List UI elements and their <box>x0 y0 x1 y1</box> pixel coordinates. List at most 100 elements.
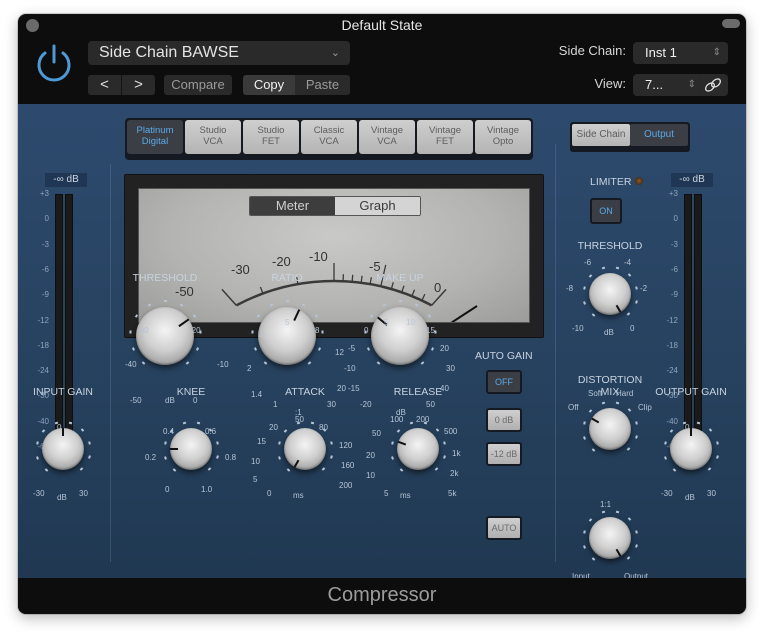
auto-gain-0db-button[interactable]: 0 dB <box>486 408 522 432</box>
knob-tick-label: 5k <box>448 489 457 498</box>
attack-label: ATTACK <box>285 386 325 398</box>
meter-tick <box>421 293 426 301</box>
knob-tick-label: 5 <box>384 318 389 327</box>
circuit-type-button[interactable]: Studio VCA <box>185 120 241 154</box>
knob-tick-label: 15 <box>257 437 266 446</box>
auto-gain-minus12-button[interactable]: -12 dB <box>486 442 522 466</box>
output-gain-knob[interactable] <box>670 428 712 470</box>
attack-knob[interactable] <box>284 428 326 470</box>
copy-button[interactable]: Copy <box>243 75 295 95</box>
knob-tick-mark <box>399 467 403 472</box>
mix-knob[interactable] <box>589 517 631 559</box>
knob-tick-mark <box>634 435 638 440</box>
meter-scale-label: -3 <box>41 239 49 249</box>
distortion-knob[interactable] <box>589 408 631 450</box>
knob-tick-label: 1.0 <box>201 485 213 494</box>
knob-tick-mark <box>321 467 325 472</box>
auto-gain-label: AUTO GAIN <box>475 350 533 362</box>
knob-tick-mark <box>186 361 190 365</box>
power-icon[interactable] <box>34 43 74 85</box>
input-level-readout: -∞ dB <box>45 173 87 187</box>
side-chain-meter-button[interactable]: Side Chain <box>572 124 630 146</box>
knob-tick-label: -8 <box>566 284 574 293</box>
circuit-type-line2: FET <box>262 135 280 147</box>
knob-tick-mark <box>442 455 446 460</box>
knob-tick-mark <box>601 266 605 270</box>
knob-tick-mark <box>634 544 638 549</box>
circuit-type-button[interactable]: Vintage FET <box>417 120 473 154</box>
knob-tick-mark <box>196 347 200 351</box>
toolbar-toggle-button[interactable] <box>722 19 740 28</box>
circuit-type-button[interactable]: Vintage VCA <box>359 120 415 154</box>
preset-nav: < > <box>88 75 155 95</box>
knob-tick-label: 200 <box>416 415 430 424</box>
circuit-type-line1: Classic <box>313 125 345 136</box>
link-button[interactable] <box>698 74 728 96</box>
auto-release-button[interactable]: AUTO <box>486 516 522 540</box>
auto-gain-off-button[interactable]: OFF <box>486 370 522 394</box>
side-chain-value: Inst 1 <box>645 45 677 60</box>
knob-tick-mark <box>172 467 176 472</box>
knob-tick-label: -30 <box>33 489 45 498</box>
knob-tick-label: -20 <box>189 326 201 335</box>
previous-preset-button[interactable]: < <box>88 75 121 95</box>
circuit-type-button[interactable]: Vintage Opto <box>475 120 531 154</box>
threshold-knob[interactable] <box>136 307 194 365</box>
gain-reduction-meter: Meter Graph -50 -30 -20 -10 -5 0 <box>124 174 544 338</box>
knob-indicator <box>615 304 622 313</box>
knob-tick-mark <box>436 428 440 433</box>
limiter-on-button[interactable]: ON <box>590 198 622 224</box>
knob-unit-label: dB <box>57 493 67 502</box>
knob-tick-mark <box>664 456 668 460</box>
knob-tick-mark <box>628 273 632 278</box>
knob-indicator <box>178 318 190 327</box>
threshold-label: THRESHOLD <box>132 272 198 284</box>
knob-tick-mark <box>628 408 632 413</box>
knob-tick-mark <box>409 421 413 425</box>
circuit-type-button[interactable]: Platinum Digital <box>127 120 183 154</box>
knob-tick-mark <box>583 301 587 305</box>
meter-scale-label: -9 <box>41 290 49 300</box>
knob-tick-label: -10 <box>572 324 584 333</box>
knob-tick-mark <box>277 441 281 446</box>
release-knob[interactable] <box>397 428 439 470</box>
compare-button[interactable]: Compare <box>164 75 232 95</box>
knob-tick-label: 0 <box>685 423 690 432</box>
knob-tick-label: 50 <box>372 429 381 438</box>
ratio-knob[interactable] <box>258 307 316 365</box>
knob-indicator <box>591 417 600 424</box>
view-value: 7... <box>645 77 664 92</box>
output-meter-button[interactable]: Output <box>630 124 688 146</box>
meter-scale-label: -50 <box>175 284 194 299</box>
preset-selector[interactable]: Side Chain BAWSE ⌄ <box>88 41 350 65</box>
knob-tick-label: 30 <box>446 364 455 373</box>
knob-tick-mark <box>582 530 586 535</box>
circuit-type-line1: Studio <box>199 125 227 136</box>
meter-scale-label: -3 <box>670 239 678 249</box>
knob-tick-mark <box>443 441 447 445</box>
knob-tick-mark <box>716 441 720 445</box>
circuit-type-button[interactable]: Classic VCA <box>301 120 357 154</box>
knob-tick-label: -30 <box>661 489 673 498</box>
limiter-threshold-knob[interactable] <box>589 273 631 315</box>
knob-tick-mark <box>182 421 186 425</box>
paste-button[interactable]: Paste <box>295 75 350 95</box>
side-chain-selector[interactable]: Inst 1 ⇕ <box>633 42 728 64</box>
knob-indicator <box>397 440 407 446</box>
plugin-name: Compressor <box>18 578 746 614</box>
circuit-type-button[interactable]: Studio FET <box>243 120 299 154</box>
knob-tick-label: -6 <box>584 258 592 267</box>
makeup-knob[interactable] <box>371 307 429 365</box>
up-down-chevron-icon: ⇕ <box>712 47 721 58</box>
plugin-window: Default State Side Chain BAWSE ⌄ < > Com… <box>18 14 746 614</box>
knob-tick-label: 0 <box>630 324 635 333</box>
knob-tick-mark <box>286 467 290 472</box>
knob-tick-label: 1 <box>273 400 278 409</box>
meter-scale-label: -40 <box>37 416 49 426</box>
next-preset-button[interactable]: > <box>122 75 155 95</box>
knob-tick-mark <box>582 421 586 426</box>
knob-tick-label: 2k <box>450 469 459 478</box>
knob-tick-label: 8 <box>315 326 320 335</box>
view-selector[interactable]: 7... ⇕ <box>633 74 703 96</box>
input-gain-knob[interactable] <box>42 428 84 470</box>
